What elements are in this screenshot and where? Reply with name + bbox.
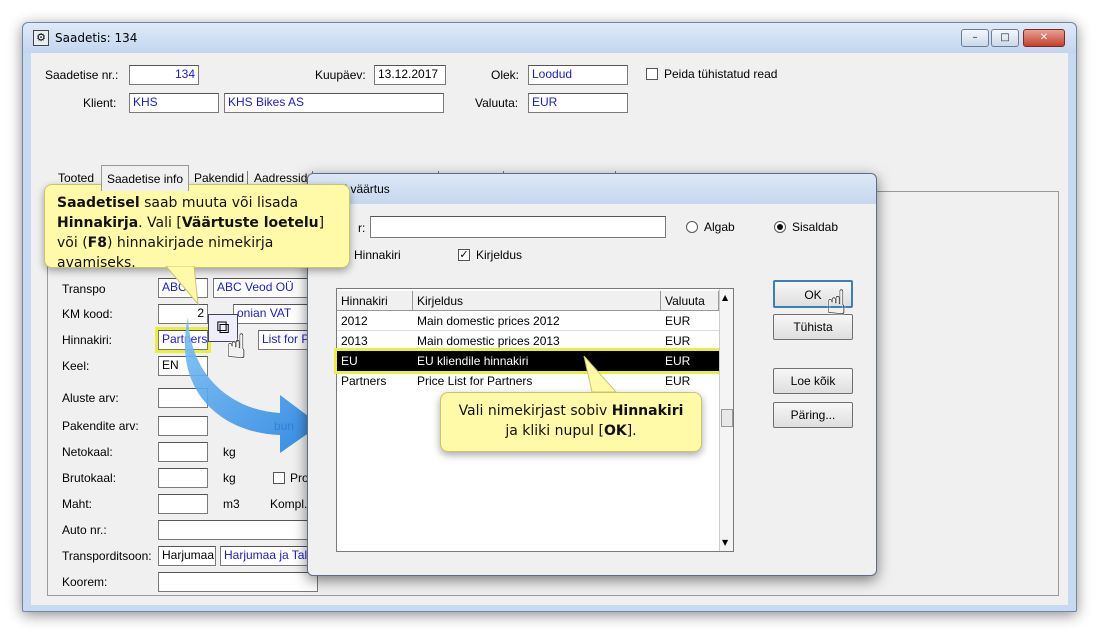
- cell-currency: EUR: [665, 314, 691, 328]
- cell-code: EU: [341, 354, 358, 368]
- cell-code: 2013: [341, 334, 368, 348]
- bruto-field[interactable]: [158, 468, 208, 488]
- pakendite-label: Pakendite arv:: [62, 419, 139, 433]
- cell-code: 2012: [341, 314, 368, 328]
- client-name-field[interactable]: KHS Bikes AS: [224, 93, 444, 113]
- chk-hinnakiri-label: Hinnakiri: [354, 248, 401, 262]
- app-icon: ⚙: [33, 30, 49, 46]
- load-all-button[interactable]: Loe kõik: [773, 368, 853, 394]
- minimize-button[interactable]: –: [961, 29, 989, 47]
- col-kirjeldus[interactable]: Kirjeldus: [413, 291, 661, 311]
- callout-bold: Hinnakirja: [57, 215, 139, 231]
- maht-unit: m3: [223, 497, 240, 511]
- query-button[interactable]: Päring...: [773, 402, 853, 428]
- nr-field[interactable]: 134: [129, 65, 199, 85]
- currency-field[interactable]: EUR: [528, 93, 628, 113]
- currency-label: Valuuta:: [475, 96, 519, 110]
- filter-label: r:: [358, 221, 366, 235]
- callout-bold: F8: [87, 235, 107, 251]
- table-row[interactable]: 2013 Main domestic prices 2013 EUR: [337, 331, 719, 351]
- callout-bold: Hinnakiri: [611, 403, 684, 419]
- auto-label: Auto nr.:: [62, 523, 107, 537]
- cell-desc: Main domestic prices 2013: [417, 334, 560, 348]
- table-row[interactable]: Partners Price List for Partners EUR: [337, 371, 719, 391]
- radio-sisaldab[interactable]: [774, 221, 786, 233]
- cell-currency: EUR: [665, 334, 691, 348]
- auto-field[interactable]: [158, 520, 308, 540]
- callout-pointer: [165, 266, 199, 306]
- callout-bold: Väärtuste loetelu: [181, 215, 319, 231]
- hide-cancelled-checkbox[interactable]: [646, 68, 658, 80]
- keel-label: Keel:: [62, 359, 90, 373]
- tsoon-label: Transporditsoon:: [62, 549, 152, 563]
- table-row[interactable]: 2012 Main domestic prices 2012 EUR: [337, 311, 719, 331]
- callout-bold: Saadetisel: [57, 195, 140, 211]
- callout-text: . Vali [: [138, 215, 182, 231]
- maht-label: Maht:: [62, 497, 93, 511]
- callout-text: ].: [626, 423, 637, 439]
- callout-select: Vali nimekirjast sobiv Hinnakiri ja klik…: [440, 392, 702, 452]
- grid-header: Hinnakiri Kirjeldus Valuuta: [337, 291, 719, 311]
- maximize-button[interactable]: □: [991, 29, 1019, 47]
- col-hinnakiri[interactable]: Hinnakiri: [337, 291, 413, 311]
- state-label: Olek:: [491, 68, 520, 82]
- neto-label: Netokaal:: [62, 445, 113, 459]
- transp-name-field[interactable]: ABC Veod OÜ: [213, 278, 313, 298]
- client-label: Klient:: [83, 96, 117, 110]
- tsoon-name-field[interactable]: Harjumaa ja Talli: [220, 546, 320, 566]
- hide-cancelled-label: Peida tühistatud read: [664, 67, 778, 81]
- cell-currency: EUR: [665, 374, 691, 388]
- maht-extra: Kompl.: [270, 497, 308, 511]
- window-title: Saadetis: 134: [55, 31, 138, 45]
- grid-scrollbar[interactable]: ▲ ▼: [719, 289, 733, 551]
- chk-kirjeldus-label: Kirjeldus: [476, 248, 523, 262]
- bruto-label: Brutokaal:: [62, 471, 117, 485]
- callout-text: saab muuta või lisada: [139, 195, 299, 211]
- tab-saadetise-info[interactable]: Saadetise info: [101, 165, 190, 191]
- hand-pointer-icon: ☝: [826, 283, 847, 323]
- nr-label: Saadetise nr.:: [45, 68, 119, 82]
- close-button[interactable]: ✕: [1023, 29, 1065, 47]
- title-bar[interactable]: ⚙ Saadetis: 134 – □ ✕: [23, 23, 1076, 53]
- koorem-label: Koorem:: [62, 575, 108, 589]
- bruto-extra: Pro: [290, 471, 309, 485]
- state-field[interactable]: Loodud: [528, 65, 628, 85]
- maht-field[interactable]: [158, 494, 208, 514]
- koorem-field[interactable]: [158, 572, 318, 592]
- callout-bold: OK: [603, 423, 627, 439]
- callout-text: ja kliki nupul [: [505, 423, 604, 439]
- radio-algab[interactable]: [686, 221, 698, 233]
- transp-label: Transpo: [62, 282, 106, 296]
- date-label: Kuupäev:: [315, 68, 366, 82]
- callout-hinnakiri: Saadetisel saab muuta või lisada Hinnaki…: [44, 184, 350, 271]
- table-row-selected[interactable]: EU EU kliendile hinnakiri EUR: [334, 348, 722, 374]
- cell-currency: EUR: [665, 354, 691, 368]
- callout-pointer: [583, 356, 618, 393]
- client-code-field[interactable]: KHS: [129, 93, 219, 113]
- radio-algab-label: Algab: [704, 220, 735, 234]
- callout-text: Vali nimekirjast sobiv: [458, 403, 612, 419]
- col-valuuta[interactable]: Valuuta: [661, 291, 719, 311]
- aluste-label: Aluste arv:: [62, 391, 119, 405]
- filter-input[interactable]: [370, 216, 666, 238]
- hinnakiri-label: Hinnakiri:: [62, 333, 113, 347]
- km-label: KM kood:: [62, 307, 113, 321]
- cell-desc: EU kliendile hinnakiri: [417, 354, 529, 368]
- cell-code: Partners: [341, 374, 387, 388]
- chk-kirjeldus[interactable]: ✓: [458, 249, 470, 261]
- bruto-checkbox[interactable]: [273, 472, 285, 484]
- radio-sisaldab-label: Sisaldab: [792, 220, 839, 234]
- tsoon-code-field[interactable]: Harjumaa: [158, 546, 216, 566]
- dialog-title-bar[interactable]: Vali väärtus: [308, 174, 876, 204]
- date-field[interactable]: 13.12.2017: [374, 65, 446, 85]
- bruto-unit: kg: [223, 471, 236, 485]
- cell-desc: Main domestic prices 2012: [417, 314, 560, 328]
- cell-desc: Price List for Partners: [417, 374, 533, 388]
